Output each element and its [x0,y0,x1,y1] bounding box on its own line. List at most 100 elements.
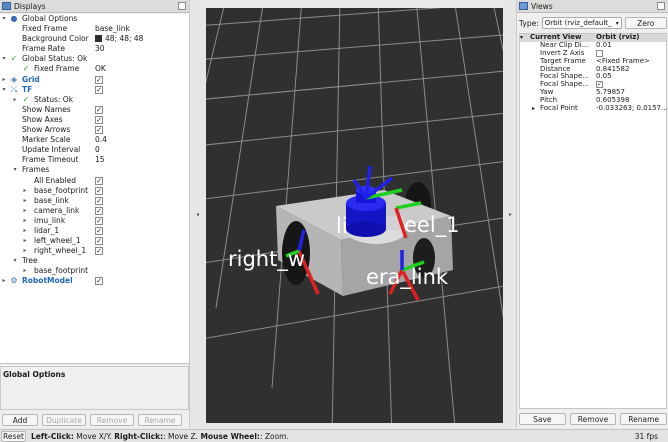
show-arrows-checkbox[interactable]: ✓ [95,126,103,135]
focal-point-value[interactable]: -0.033263; 0.0157... [596,104,668,113]
expand-arrow-icon[interactable]: ▸ [22,206,28,216]
robot-model-enabled-checkbox[interactable]: ✓ [95,277,103,286]
tree-row-frame-camera-link[interactable]: ▸ camera_link ✓ [0,206,189,216]
frame-enabled-checkbox[interactable]: ✓ [95,226,103,235]
tree-row-frames[interactable]: ▾ Frames [0,165,189,175]
focal-shape-size-value[interactable]: 0.05 [596,73,612,81]
tree-row-tf-status[interactable]: ▸ ✓ Status: Ok [0,95,189,105]
tree-row-all-enabled[interactable]: All Enabled ✓ [0,176,189,186]
collapse-arrow-icon[interactable]: ▾ [12,165,18,175]
update-interval-value[interactable]: 0 [95,145,100,155]
tree-row-robot-model[interactable]: ▸ ⚙ RobotModel ✓ [0,276,189,286]
tree-row-tf[interactable]: ▾ ⤯ TF ✓ [0,85,189,95]
tree-label: Global Status: Ok [22,54,88,64]
show-names-checkbox[interactable]: ✓ [95,105,103,114]
focal-point-row[interactable]: ▸ Focal Point -0.033263; 0.0157... [520,104,668,113]
tree-label: Background Color [22,34,89,44]
add-button[interactable]: Add [2,414,38,426]
expand-arrow-icon[interactable]: ▸ [22,236,28,246]
frame-enabled-checkbox[interactable]: ✓ [95,247,103,256]
tree-row-frame-base-link[interactable]: ▸ base_link ✓ [0,196,189,206]
tree-label: imu_link [34,215,66,225]
collapse-arrow-icon[interactable]: ▾ [12,256,18,266]
tree-row-marker-scale[interactable]: Marker Scale 0.4 [0,135,189,145]
collapse-arrow-icon[interactable]: ▾ [1,54,7,64]
background-color-value[interactable]: 48; 48; 48 [95,34,143,44]
invert-z-checkbox[interactable] [596,49,603,57]
expand-arrow-icon[interactable]: ▸ [1,75,7,85]
label-left-wheel: eel_1 [404,213,460,238]
tree-label: Frame Timeout [22,155,79,165]
frame-enabled-checkbox[interactable]: ✓ [95,206,103,215]
remove-button[interactable]: Remove [90,414,134,426]
tree-row-show-arrows[interactable]: Show Arrows ✓ [0,125,189,135]
expand-arrow-icon[interactable]: ▸ [22,246,28,256]
remove-view-button[interactable]: Remove [569,413,617,425]
tree-row-update-interval[interactable]: Update Interval 0 [0,145,189,155]
tree-row-tree-base-footprint[interactable]: ▸ base_footprint [0,266,189,276]
views-title: Views [531,1,553,11]
tree-row-frame-rate[interactable]: Frame Rate 30 [0,44,189,54]
collapse-arrow-icon[interactable]: ▾ [520,34,523,42]
expand-arrow-icon[interactable]: ▸ [22,226,28,236]
tree-row-background-color[interactable]: Background Color 48; 48; 48 [0,34,189,44]
tree-label: camera_link [34,205,80,215]
expand-arrow-icon[interactable]: ▸ [22,186,28,196]
frame-rate-value[interactable]: 30 [95,44,105,54]
tree-row-show-axes[interactable]: Show Axes ✓ [0,115,189,125]
view-type-select[interactable]: Orbit (rviz_default_ ▾ [541,17,622,29]
collapse-arrow-icon[interactable]: ▾ [1,85,7,95]
tree-row-frame-imu-link[interactable]: ▸ imu_link ✓ [0,216,189,226]
zero-button[interactable]: Zero [624,17,667,29]
collapse-right-icon[interactable]: ▸ [509,211,512,218]
near-clip-value[interactable]: 0.01 [596,41,612,50]
tree-label: All Enabled [34,175,76,185]
tree-row-frame-base-footprint[interactable]: ▸ base_footprint ✓ [0,186,189,196]
tree-row-fixed-frame-status[interactable]: ✓ Fixed Frame OK [0,64,189,74]
rename-button[interactable]: Rename [138,414,182,426]
save-view-button[interactable]: Save [519,413,566,425]
tree-label: Marker Scale [22,135,71,145]
collapse-arrow-icon[interactable]: ▾ [1,14,7,24]
displays-button-bar: Add Duplicate Remove Rename [0,412,189,428]
tf-enabled-checkbox[interactable]: ✓ [95,85,103,94]
tree-row-frame-right-wheel[interactable]: ▸ right_wheel_1 ✓ [0,246,189,256]
view-properties-tree[interactable]: ▾ Current View Orbit (rviz) Near Clip Di… [519,33,668,409]
marker-scale-value[interactable]: 0.4 [95,135,107,145]
tree-row-global-status[interactable]: ▾ ✓ Global Status: Ok [0,54,189,64]
chevron-down-icon: ▾ [615,19,619,27]
frame-timeout-value[interactable]: 15 [95,155,105,165]
expand-arrow-icon[interactable]: ▸ [1,276,7,286]
frame-enabled-checkbox[interactable]: ✓ [95,216,103,225]
duplicate-button[interactable]: Duplicate [42,414,86,426]
tree-row-tree[interactable]: ▾ Tree [0,256,189,266]
tree-row-fixed-frame[interactable]: Fixed Frame base_link [0,24,189,34]
expand-arrow-icon[interactable]: ▸ [12,95,18,105]
all-enabled-checkbox[interactable]: ✓ [95,176,103,185]
expand-arrow-icon[interactable]: ▸ [22,216,28,226]
grid-enabled-checkbox[interactable]: ✓ [95,75,103,84]
collapse-left-icon[interactable]: ◂ [196,211,199,218]
left-splitter[interactable]: ◂ [191,0,204,428]
rename-view-button[interactable]: Rename [620,413,668,425]
tree-row-global-options[interactable]: ▾ ● Global Options [0,14,189,24]
tree-row-show-names[interactable]: Show Names ✓ [0,105,189,115]
color-swatch [95,35,102,43]
tree-row-frame-timeout[interactable]: Frame Timeout 15 [0,155,189,165]
displays-tree[interactable]: ▾ ● Global Options Fixed Frame base_link… [0,14,189,364]
tree-row-grid[interactable]: ▸ ◈ Grid ✓ [0,75,189,85]
expand-arrow-icon[interactable]: ▸ [22,266,28,276]
frame-enabled-checkbox[interactable]: ✓ [95,196,103,205]
render-view[interactable]: right_w li eel_1 era_link [206,8,503,423]
tree-row-frame-left-wheel[interactable]: ▸ left_wheel_1 ✓ [0,236,189,246]
undock-button[interactable] [178,2,186,10]
expand-arrow-icon[interactable]: ▸ [22,196,28,206]
frame-enabled-checkbox[interactable]: ✓ [95,237,103,246]
frame-enabled-checkbox[interactable]: ✓ [95,186,103,195]
tree-row-frame-lidar[interactable]: ▸ lidar_1 ✓ [0,226,189,236]
undock-button[interactable] [657,2,665,10]
expand-arrow-icon[interactable]: ▸ [532,105,535,113]
fixed-frame-value[interactable]: base_link [95,24,130,34]
show-axes-checkbox[interactable]: ✓ [95,115,103,124]
reset-button[interactable]: Reset [1,430,26,442]
